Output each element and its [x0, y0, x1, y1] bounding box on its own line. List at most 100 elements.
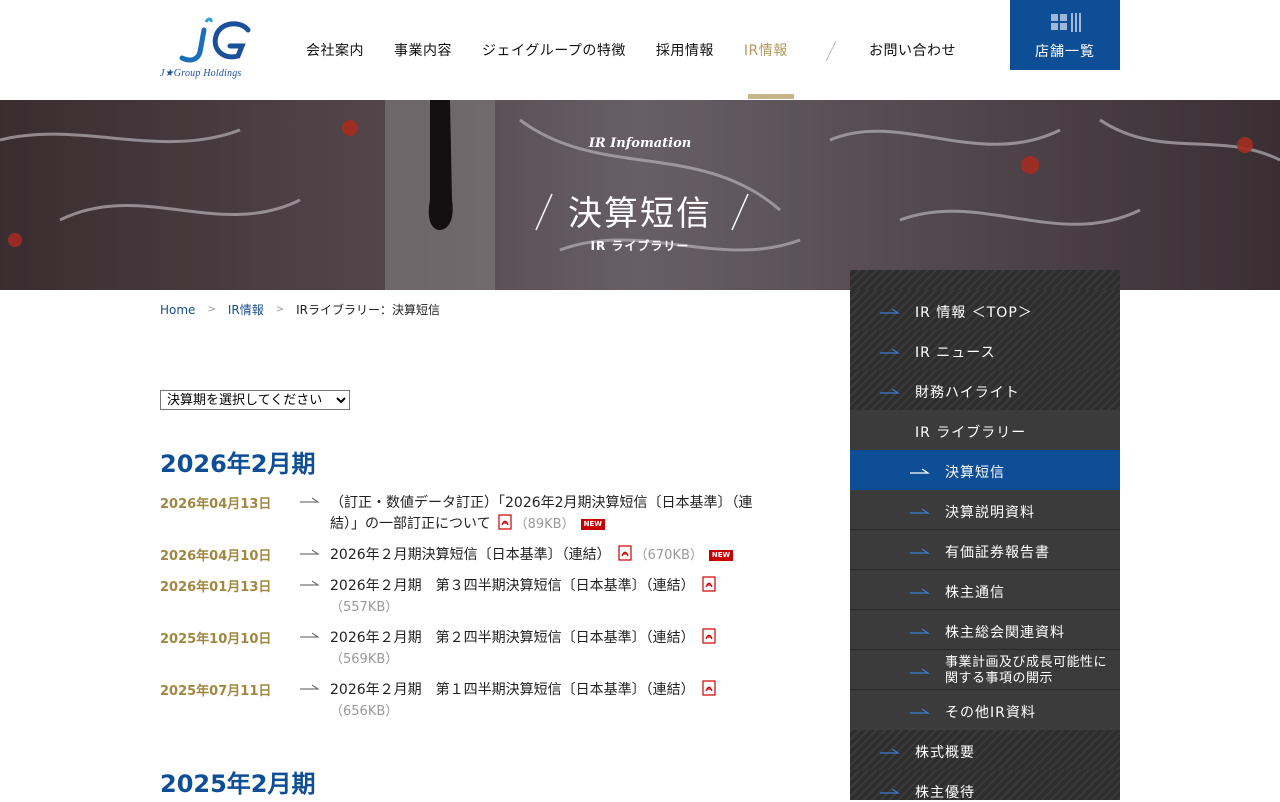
- nav-contact[interactable]: お問い合わせ: [869, 40, 956, 60]
- sidebar-item-kessan-tanshin[interactable]: 決算短信: [850, 450, 1120, 490]
- hero-banner: IR Infomation 決算短信 IR ライブラリー: [0, 100, 1280, 290]
- item-title-link[interactable]: 2026年２月期 第３四半期決算短信〔日本基準〕（連結）: [330, 578, 695, 594]
- item-body: （訂正・数値データ訂正）「2026年2月期決算短信〔日本基準〕（連結）」の一部訂…: [330, 493, 770, 535]
- pdf-icon[interactable]: [701, 576, 717, 592]
- sidebar-item-briefing-materials[interactable]: 決算説明資料: [850, 490, 1120, 530]
- file-size: （656KB）: [330, 704, 399, 719]
- hero-slash-right: [731, 193, 749, 231]
- store-grid-icon: [1051, 13, 1081, 32]
- ir-sidebar-menu: IR 情報 ＜TOP＞ IR ニュース 財務ハイライト IR ライブラリー 決算…: [850, 270, 1120, 801]
- nav-active-indicator: [748, 94, 794, 99]
- breadcrumb-separator: >: [275, 304, 285, 315]
- arrow-icon: [880, 348, 900, 354]
- sidebar-item-label: 有価証券報告書: [945, 545, 1050, 561]
- sidebar-item-ir-top[interactable]: IR 情報 ＜TOP＞: [850, 290, 1120, 330]
- breadcrumb-separator: >: [207, 304, 216, 315]
- arrow-icon: [910, 508, 930, 514]
- pdf-icon[interactable]: [617, 545, 633, 561]
- nav-company[interactable]: 会社案内: [306, 40, 364, 60]
- sidebar-item-label: IR 情報 ＜TOP＞: [915, 305, 1033, 321]
- item-body: 2026年２月期 第３四半期決算短信〔日本基準〕（連結） （557KB）: [330, 576, 770, 618]
- arrow-icon: [880, 788, 900, 794]
- breadcrumb: Home > IR情報 > IRライブラリー：決算短信: [160, 301, 440, 318]
- arrow-icon: [300, 549, 320, 555]
- sidebar-item-label-line1: 事業計画及び成長可能性に: [945, 655, 1108, 670]
- logo-text: J★Group Holdings: [160, 68, 242, 79]
- item-date: 2026年04月10日: [160, 549, 272, 564]
- sidebar-item-shareholder-benefits[interactable]: 株主優待: [850, 770, 1120, 801]
- sidebar-item-agm-materials[interactable]: 株主総会関連資料: [850, 610, 1120, 650]
- new-badge: NEW: [580, 519, 605, 530]
- file-size: （89KB）: [514, 517, 575, 532]
- nav-business[interactable]: 事業内容: [394, 40, 452, 60]
- breadcrumb-home[interactable]: Home: [160, 303, 195, 317]
- sidebar-item-other-ir[interactable]: その他IR資料: [850, 690, 1120, 730]
- sidebar-item-business-plan[interactable]: 事業計画及び成長可能性に 関する事項の開示: [850, 650, 1120, 690]
- sidebar-item-label: 株主通信: [945, 585, 1005, 601]
- item-date: 2026年01月13日: [160, 580, 272, 595]
- item-date: 2026年04月13日: [160, 497, 272, 512]
- pdf-icon[interactable]: [497, 514, 513, 530]
- sidebar-item-ir-news[interactable]: IR ニュース: [850, 330, 1120, 370]
- sidebar-item-shareholder-newsletter[interactable]: 株主通信: [850, 570, 1120, 610]
- arrow-icon: [300, 632, 320, 638]
- file-size: （557KB）: [330, 600, 399, 615]
- section-heading-2025: 2025年2月期: [160, 770, 316, 798]
- breadcrumb-ir[interactable]: IR情報: [228, 301, 264, 318]
- main-nav: 会社案内 事業内容 ジェイグループの特徴 採用情報 IR情報: [306, 38, 818, 62]
- arrow-icon: [880, 308, 900, 314]
- sidebar-item-label: IR ニュース: [915, 345, 996, 361]
- sidebar-item-securities-report[interactable]: 有価証券報告書: [850, 530, 1120, 570]
- arrow-icon: [910, 468, 930, 474]
- sidebar-item-financial-highlights[interactable]: 財務ハイライト: [850, 370, 1120, 410]
- arrow-icon: [910, 588, 930, 594]
- hero-subtitle: IR Infomation: [588, 136, 692, 151]
- item-body: 2026年２月期 第２四半期決算短信〔日本基準〕（連結） （569KB）: [330, 628, 770, 670]
- item-date: 2025年07月11日: [160, 684, 272, 699]
- hero-title: 決算短信: [568, 194, 712, 234]
- section-heading-2026: 2026年2月期: [160, 450, 316, 478]
- item-title-link[interactable]: 2026年２月期 第２四半期決算短信〔日本基準〕（連結）: [330, 630, 695, 646]
- fiscal-period-select[interactable]: 決算期を選択してください: [160, 390, 350, 410]
- sidebar-item-label: 決算短信: [945, 465, 1005, 481]
- sidebar-top-spacer: [850, 270, 1120, 290]
- arrow-icon: [880, 748, 900, 754]
- nav-features[interactable]: ジェイグループの特徴: [482, 40, 626, 60]
- new-badge: NEW: [708, 550, 734, 561]
- nav-ir[interactable]: IR情報: [744, 40, 788, 60]
- store-list-button[interactable]: 店舗一覧: [1010, 0, 1120, 70]
- item-title-link[interactable]: 2026年２月期決算短信〔日本基準〕（連結）: [330, 547, 611, 563]
- item-body: 2026年２月期 第１四半期決算短信〔日本基準〕（連結） （656KB）: [330, 680, 770, 722]
- arrow-icon: [300, 497, 320, 503]
- nav-separator: [825, 40, 837, 62]
- company-logo[interactable]: J★Group Holdings: [160, 16, 270, 82]
- sidebar-item-label-line2: 関する事項の開示: [945, 671, 1054, 686]
- sidebar-item-label: 株式概要: [915, 745, 975, 761]
- sidebar-item-label: IR ライブラリー: [915, 425, 1027, 441]
- store-list-label: 店舗一覧: [1035, 44, 1095, 60]
- nav-recruit[interactable]: 採用情報: [656, 40, 714, 60]
- arrow-icon: [910, 708, 930, 714]
- arrow-icon: [300, 684, 320, 690]
- sidebar-item-label: 株主総会関連資料: [945, 625, 1065, 641]
- arrow-icon: [910, 668, 930, 674]
- breadcrumb-current: IRライブラリー：決算短信: [296, 303, 440, 317]
- sidebar-item-ir-library[interactable]: IR ライブラリー: [850, 410, 1120, 450]
- sidebar-item-label: 事業計画及び成長可能性に 関する事項の開示: [945, 655, 1107, 687]
- sidebar-item-label: 決算説明資料: [945, 505, 1035, 521]
- file-size: （670KB）: [634, 548, 703, 563]
- arrow-icon: [300, 580, 320, 586]
- pdf-icon[interactable]: [701, 628, 717, 644]
- file-size: （569KB）: [330, 652, 399, 667]
- arrow-icon: [910, 548, 930, 554]
- site-header: J★Group Holdings 会社案内 事業内容 ジェイグループの特徴 採用…: [0, 0, 1280, 100]
- arrow-icon: [910, 628, 930, 634]
- item-date: 2025年10月10日: [160, 632, 272, 647]
- sidebar-item-label: 財務ハイライト: [915, 385, 1020, 401]
- sidebar-item-stock-overview[interactable]: 株式概要: [850, 730, 1120, 770]
- pdf-icon[interactable]: [701, 680, 717, 696]
- sidebar-item-label: 株主優待: [915, 785, 975, 801]
- item-title-link[interactable]: 2026年２月期 第１四半期決算短信〔日本基準〕（連結）: [330, 682, 695, 698]
- sidebar-item-label: その他IR資料: [945, 705, 1036, 721]
- jg-logo-mark: [179, 17, 251, 63]
